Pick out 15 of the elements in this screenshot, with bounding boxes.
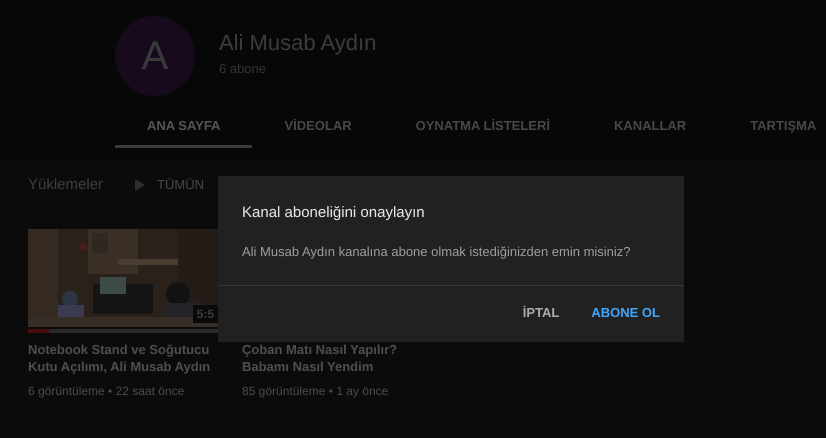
- subscribe-button[interactable]: ABONE OL: [579, 295, 672, 331]
- cancel-button[interactable]: İPTAL: [510, 295, 572, 331]
- channel-tab[interactable]: VİDEOLAR: [252, 106, 384, 148]
- play-all-link[interactable]: TÜMÜN: [135, 175, 204, 195]
- channel-tab[interactable]: KANALLAR: [582, 106, 718, 148]
- video-title[interactable]: Çoban Matı Nasıl Yapılır? Babamı Nasıl Yendim: [242, 341, 432, 375]
- dialog-title: Kanal aboneliğini onaylayın: [242, 203, 426, 223]
- video-meta: 6 görüntüleme • 22 saat önce: [28, 383, 186, 400]
- video-title[interactable]: Notebook Stand ve Soğutucu Kutu Açılımı, Ali Musab Aydın: [28, 341, 218, 375]
- video-meta: 85 görüntüleme • 1 ay önce: [242, 383, 390, 400]
- play-icon: [135, 179, 146, 191]
- channel-tab[interactable]: ANA SAYFA: [115, 106, 252, 148]
- channel-tab[interactable]: TARTIŞMA: [718, 106, 826, 148]
- dialog-message: Ali Musab Aydın kanalına abone olmak istediğinizden emin misiniz?: [242, 242, 632, 261]
- channel-tab[interactable]: OYNATMA LİSTELERİ: [384, 106, 582, 148]
